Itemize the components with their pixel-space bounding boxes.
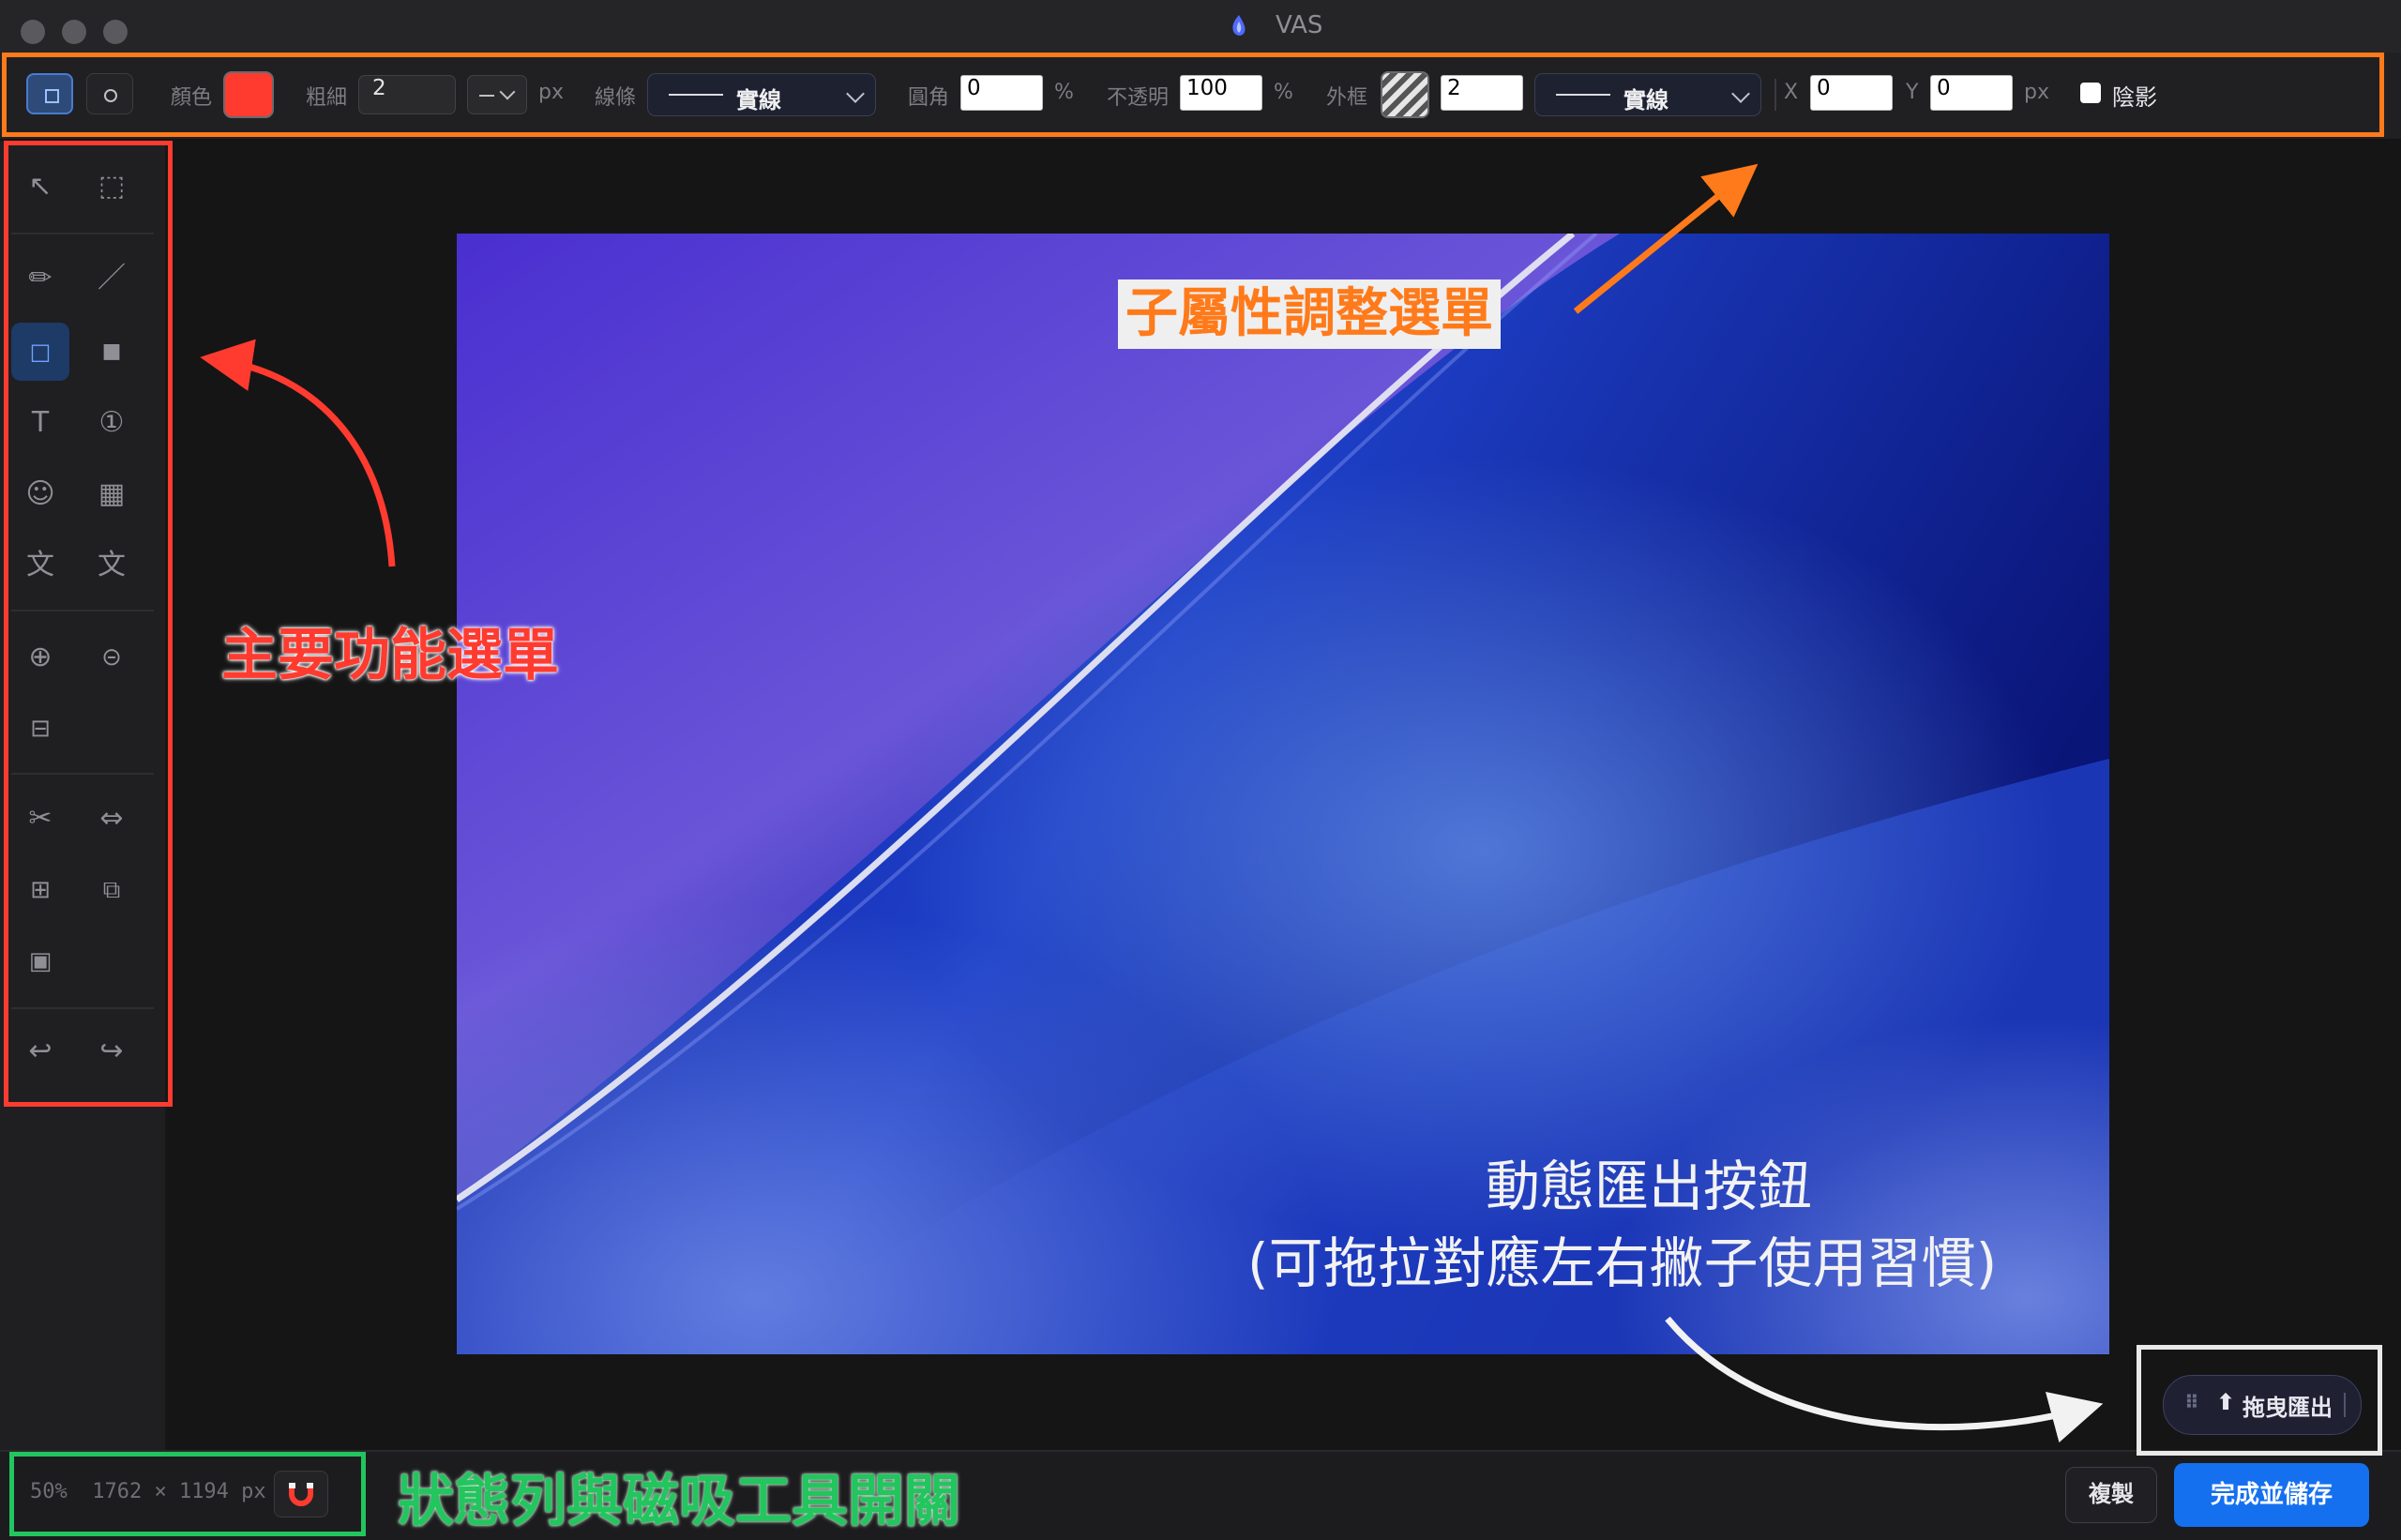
annotation-arrows: [200, 163, 2104, 1443]
main-menu-arrow: [200, 339, 396, 567]
export-arrow: [1665, 1316, 2104, 1443]
submenu-arrow: [1573, 163, 1759, 314]
